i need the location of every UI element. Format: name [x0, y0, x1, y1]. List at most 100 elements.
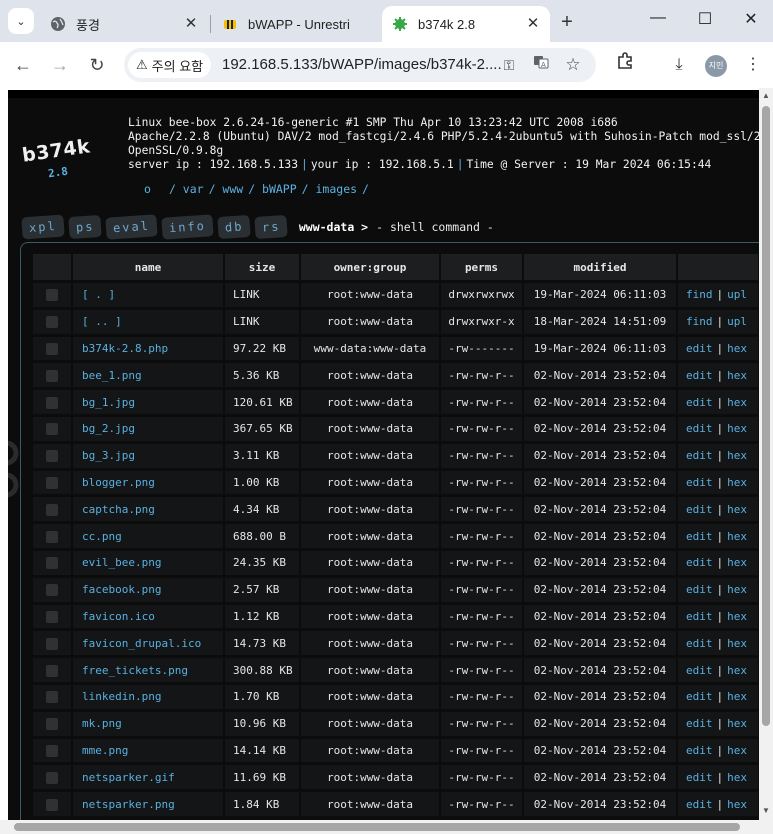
action-secondary-link[interactable]: hex: [727, 342, 747, 355]
action-secondary-link[interactable]: hex: [727, 530, 747, 543]
menu-ps[interactable]: ps: [67, 214, 102, 240]
file-perms[interactable]: drwxrwxr-x: [441, 309, 522, 334]
action-primary-link[interactable]: edit: [686, 449, 713, 462]
action-secondary-link[interactable]: hex: [727, 476, 747, 489]
action-secondary-link[interactable]: upl: [727, 315, 747, 328]
file-modified[interactable]: 02-Nov-2014 23:52:04: [524, 443, 676, 468]
file-name-link[interactable]: linkedin.png: [73, 684, 223, 709]
file-perms[interactable]: -rw-rw-r--: [441, 524, 522, 548]
scrollbar-thumb[interactable]: [14, 823, 740, 831]
action-primary-link[interactable]: edit: [686, 637, 713, 650]
row-checkbox[interactable]: [46, 744, 58, 757]
row-checkbox[interactable]: [46, 530, 58, 543]
header-modified[interactable]: modified: [524, 254, 676, 280]
file-perms[interactable]: -rw-rw-r--: [441, 550, 522, 575]
header-size[interactable]: size: [225, 254, 299, 280]
row-checkbox[interactable]: [46, 342, 58, 355]
file-perms[interactable]: -rw-rw-r--: [441, 711, 522, 736]
action-primary-link[interactable]: find: [686, 288, 713, 301]
forward-button[interactable]: →: [47, 52, 73, 78]
file-perms[interactable]: -rw-rw-r--: [441, 390, 522, 414]
row-checkbox[interactable]: [46, 637, 58, 650]
close-icon[interactable]: ✕: [524, 15, 542, 33]
action-primary-link[interactable]: find: [686, 315, 713, 328]
row-checkbox[interactable]: [46, 316, 58, 329]
row-checkbox[interactable]: [46, 691, 58, 704]
header-perms[interactable]: perms: [441, 254, 522, 280]
translate-icon[interactable]: A: [530, 54, 552, 76]
window-close-icon[interactable]: ✕: [738, 9, 764, 29]
row-checkbox[interactable]: [46, 369, 58, 382]
logo[interactable]: b374k: [21, 135, 92, 166]
action-primary-link[interactable]: edit: [686, 342, 713, 355]
file-modified[interactable]: 02-Nov-2014 23:52:04: [524, 550, 676, 575]
breadcrumb-images[interactable]: / images: [302, 182, 357, 196]
file-perms[interactable]: -rw-rw-r--: [441, 631, 522, 656]
breadcrumb-bwapp[interactable]: / bWAPP: [248, 182, 296, 196]
action-secondary-link[interactable]: hex: [727, 664, 747, 677]
action-secondary-link[interactable]: hex: [727, 503, 747, 516]
file-modified[interactable]: 18-Mar-2024 14:51:09: [524, 309, 676, 334]
row-checkbox[interactable]: [46, 771, 58, 784]
file-perms[interactable]: -rw-rw-r--: [441, 738, 522, 763]
file-perms[interactable]: -rw-rw-r--: [441, 604, 522, 629]
header-name[interactable]: name: [73, 254, 223, 280]
action-primary-link[interactable]: edit: [686, 664, 713, 677]
close-icon[interactable]: ✕: [182, 15, 200, 33]
file-perms[interactable]: -rw-rw-r--: [441, 765, 522, 790]
file-name-link[interactable]: [ . ]: [73, 283, 223, 307]
file-modified[interactable]: 02-Nov-2014 23:52:04: [524, 738, 676, 763]
row-checkbox[interactable]: [46, 557, 58, 570]
action-secondary-link[interactable]: hex: [727, 556, 747, 569]
back-button[interactable]: ←: [10, 52, 36, 78]
action-primary-link[interactable]: edit: [686, 744, 713, 757]
action-primary-link[interactable]: edit: [686, 422, 713, 435]
file-perms[interactable]: -rw-------: [441, 336, 522, 361]
reload-button[interactable]: ↻: [84, 52, 110, 78]
action-secondary-link[interactable]: hex: [727, 798, 747, 811]
shell-command[interactable]: - shell command -: [376, 220, 494, 234]
action-primary-link[interactable]: edit: [686, 717, 713, 730]
minimize-icon[interactable]: —: [645, 9, 671, 27]
avatar[interactable]: 지민: [705, 55, 727, 77]
action-primary-link[interactable]: edit: [686, 530, 713, 543]
file-modified[interactable]: 02-Nov-2014 23:52:04: [524, 711, 676, 736]
tab-search-button[interactable]: ⌄: [8, 8, 34, 34]
action-secondary-link[interactable]: hex: [727, 449, 747, 462]
tab-1[interactable]: bWAPP - Unrestri: [212, 6, 380, 42]
file-name-link[interactable]: evil_bee.png: [73, 550, 223, 575]
breadcrumb-end[interactable]: /: [362, 182, 369, 196]
file-name-link[interactable]: free_tickets.png: [73, 658, 223, 682]
file-name-link[interactable]: bg_1.jpg: [73, 390, 223, 414]
file-perms[interactable]: -rw-rw-r--: [441, 363, 522, 388]
file-name-link[interactable]: bg_3.jpg: [73, 443, 223, 468]
file-name-link[interactable]: b374k-2.8.php: [73, 336, 223, 361]
file-name-link[interactable]: favicon_drupal.ico: [73, 631, 223, 656]
file-modified[interactable]: 02-Nov-2014 23:52:04: [524, 765, 676, 790]
menu-xpl[interactable]: xpl: [21, 214, 65, 240]
action-primary-link[interactable]: edit: [686, 503, 713, 516]
tab-0[interactable]: 풍경 ✕: [40, 6, 208, 42]
action-secondary-link[interactable]: hex: [727, 422, 747, 435]
row-checkbox[interactable]: [46, 289, 58, 302]
row-checkbox[interactable]: [46, 476, 58, 489]
file-perms[interactable]: -rw-rw-r--: [441, 470, 522, 495]
row-checkbox[interactable]: [46, 584, 58, 597]
breadcrumb-root[interactable]: o: [144, 182, 151, 196]
file-modified[interactable]: 02-Nov-2014 23:52:04: [524, 604, 676, 629]
file-perms[interactable]: -rw-rw-r--: [441, 577, 522, 602]
menu-dots-icon[interactable]: ⋮: [740, 52, 766, 78]
file-modified[interactable]: 02-Nov-2014 23:52:04: [524, 497, 676, 522]
row-checkbox[interactable]: [46, 718, 58, 731]
file-name-link[interactable]: facebook.png: [73, 577, 223, 602]
row-checkbox[interactable]: [46, 450, 58, 463]
file-name-link[interactable]: netsparker.png: [73, 792, 223, 816]
row-checkbox[interactable]: [46, 503, 58, 516]
tab-2[interactable]: b374k 2.8 ✕: [382, 6, 550, 42]
file-perms[interactable]: -rw-rw-r--: [441, 497, 522, 522]
row-checkbox[interactable]: [46, 798, 58, 811]
file-modified[interactable]: 02-Nov-2014 23:52:04: [524, 792, 676, 816]
menu-db[interactable]: db: [217, 214, 252, 240]
file-modified[interactable]: 02-Nov-2014 23:52:04: [524, 390, 676, 414]
scrollbar-thumb[interactable]: [762, 106, 770, 726]
